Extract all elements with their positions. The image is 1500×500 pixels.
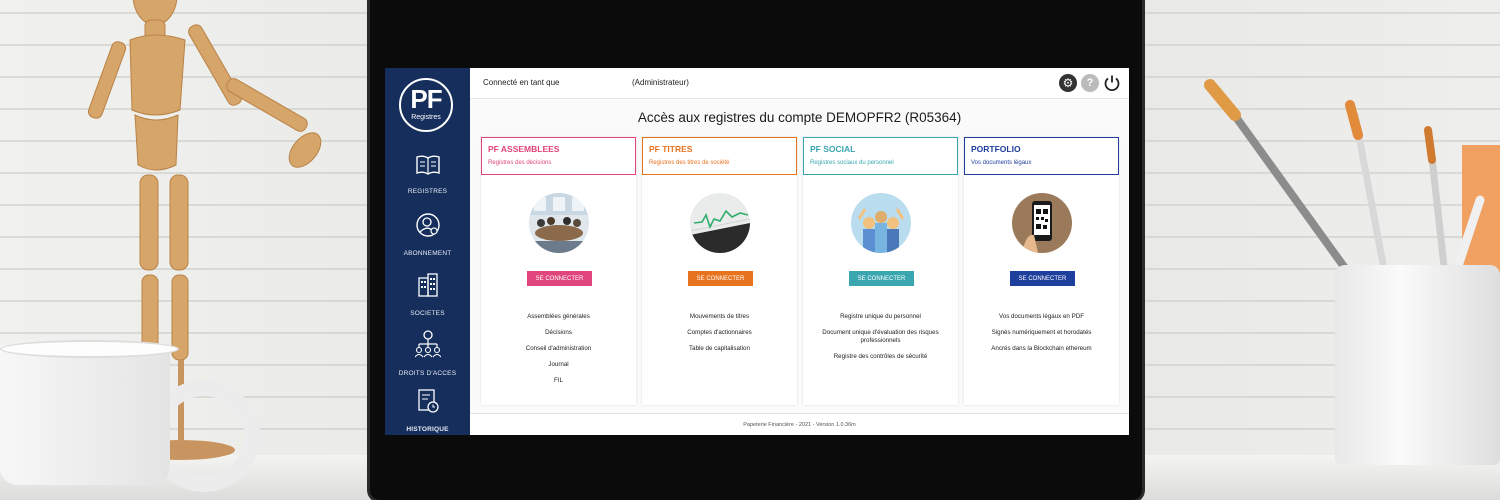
- sidebar: PF Registres REGISTRES ABONNEMENT SOCIET…: [385, 68, 470, 435]
- list-item: Document unique d'évaluation des risques…: [822, 329, 939, 344]
- registry-cards: PF ASSEMBLEES Registres des décisions SE…: [481, 137, 1123, 405]
- card-title: PF TITRES: [649, 144, 693, 154]
- sidebar-item-abonnement[interactable]: ABONNEMENT: [385, 212, 470, 260]
- connected-label: Connecté en tant que: [483, 78, 560, 87]
- sidebar-item-label: SOCIETES: [410, 310, 445, 317]
- card-header: PF SOCIAL Registres sociaux du personnel: [803, 137, 958, 175]
- org-chart-icon: [414, 330, 441, 358]
- app-screen: PF Registres REGISTRES ABONNEMENT SOCIET…: [385, 68, 1129, 435]
- card-subtitle: Registres sociaux du personnel: [810, 160, 894, 166]
- user-role: (Administrateur): [632, 78, 689, 87]
- list-item: FIL: [554, 377, 563, 384]
- list-item: Signés numériquement et horodatés: [991, 329, 1092, 336]
- card-header: PF ASSEMBLEES Registres des décisions: [481, 137, 636, 175]
- page-title: Accès aux registres du compte DEMOPFR2 (…: [637, 110, 962, 125]
- meeting-room-image: [529, 193, 589, 253]
- power-icon[interactable]: [1103, 74, 1121, 92]
- help-icon[interactable]: ?: [1081, 74, 1099, 92]
- history-icon: [417, 389, 439, 413]
- list-item: Table de capitalisation: [689, 345, 750, 352]
- connect-button-titres[interactable]: SE CONNECTER: [688, 271, 753, 286]
- card-feature-list: Mouvements de titres Comptes d'actionnai…: [642, 313, 797, 361]
- mug-rim: [0, 340, 179, 358]
- sidebar-item-label: ABONNEMENT: [403, 250, 452, 257]
- phone-qr-image: [1012, 193, 1072, 253]
- card-feature-list: Assemblées générales Décisions Conseil d…: [481, 313, 636, 393]
- sidebar-item-label: REGISTRES: [407, 188, 448, 195]
- card-pf-titres: PF TITRES Registres des titres de sociét…: [642, 137, 797, 405]
- card-header: PORTFOLIO Vos documents légaux: [964, 137, 1119, 175]
- card-title: PORTFOLIO: [971, 144, 1021, 154]
- sidebar-item-societes[interactable]: SOCIETES: [385, 272, 470, 320]
- connect-button-social[interactable]: SE CONNECTER: [849, 271, 914, 286]
- list-item: Registre unique du personnel: [840, 313, 921, 320]
- building-icon: [417, 273, 438, 297]
- sidebar-item-droits-acces[interactable]: DROITS D'ACCES: [385, 330, 470, 380]
- list-item: Vos documents légaux en PDF: [999, 313, 1084, 320]
- card-header: PF TITRES Registres des titres de sociét…: [642, 137, 797, 175]
- connect-button-assemblees[interactable]: SE CONNECTER: [527, 271, 592, 286]
- list-item: Ancrés dans la Blockchain ethereum: [991, 345, 1092, 352]
- card-feature-list: Vos documents légaux en PDF Signés numér…: [964, 313, 1119, 361]
- card-pf-social: PF SOCIAL Registres sociaux du personnel…: [803, 137, 958, 405]
- main-content: Connecté en tant que (Administrateur) ⚙ …: [470, 68, 1129, 435]
- sidebar-item-historique[interactable]: HISTORIQUE: [385, 388, 470, 435]
- top-bar-actions: ⚙ ?: [1059, 74, 1121, 92]
- card-subtitle: Vos documents légaux: [971, 160, 1032, 166]
- card-subtitle: Registres des titres de société: [649, 160, 730, 166]
- settings-gear-icon[interactable]: ⚙: [1059, 74, 1077, 92]
- list-item: Journal: [548, 361, 569, 368]
- sidebar-item-label: DROITS D'ACCES: [398, 370, 457, 377]
- team-image: [851, 193, 911, 253]
- book-icon: [415, 155, 440, 175]
- card-title: PF ASSEMBLEES: [488, 144, 560, 154]
- logo-main-text: PF: [410, 84, 442, 114]
- brush-pot: [1335, 265, 1500, 465]
- list-item: Décisions: [545, 329, 572, 336]
- pf-registres-logo[interactable]: PF Registres: [399, 78, 453, 132]
- connect-button-portfolio[interactable]: SE CONNECTER: [1010, 271, 1075, 286]
- list-item: Conseil d'administration: [525, 345, 592, 352]
- chart-paper-image: [690, 193, 750, 253]
- footer: Papeterie Financière - 2021 - Version 1.…: [470, 413, 1129, 435]
- user-settings-icon: [415, 213, 440, 237]
- card-feature-list: Registre unique du personnel Document un…: [803, 313, 958, 369]
- list-item: Mouvements de titres: [689, 313, 750, 320]
- card-portfolio: PORTFOLIO Vos documents légaux SE CONNEC…: [964, 137, 1119, 405]
- paint-brushes: [1204, 79, 1485, 280]
- card-title: PF SOCIAL: [810, 144, 856, 154]
- list-item: Registre des contrôles de sécurité: [833, 353, 928, 360]
- list-item: Comptes d'actionnaires: [687, 329, 752, 336]
- card-pf-assemblees: PF ASSEMBLEES Registres des décisions SE…: [481, 137, 636, 405]
- card-subtitle: Registres des décisions: [488, 160, 552, 166]
- logo-sub-text: Registres: [411, 114, 441, 121]
- sidebar-item-registres[interactable]: REGISTRES: [385, 154, 470, 198]
- list-item: Assemblées générales: [527, 313, 590, 320]
- sidebar-item-label: HISTORIQUE: [406, 426, 449, 433]
- top-bar: Connecté en tant que (Administrateur) ⚙ …: [470, 68, 1129, 99]
- coffee-mug: [0, 345, 170, 485]
